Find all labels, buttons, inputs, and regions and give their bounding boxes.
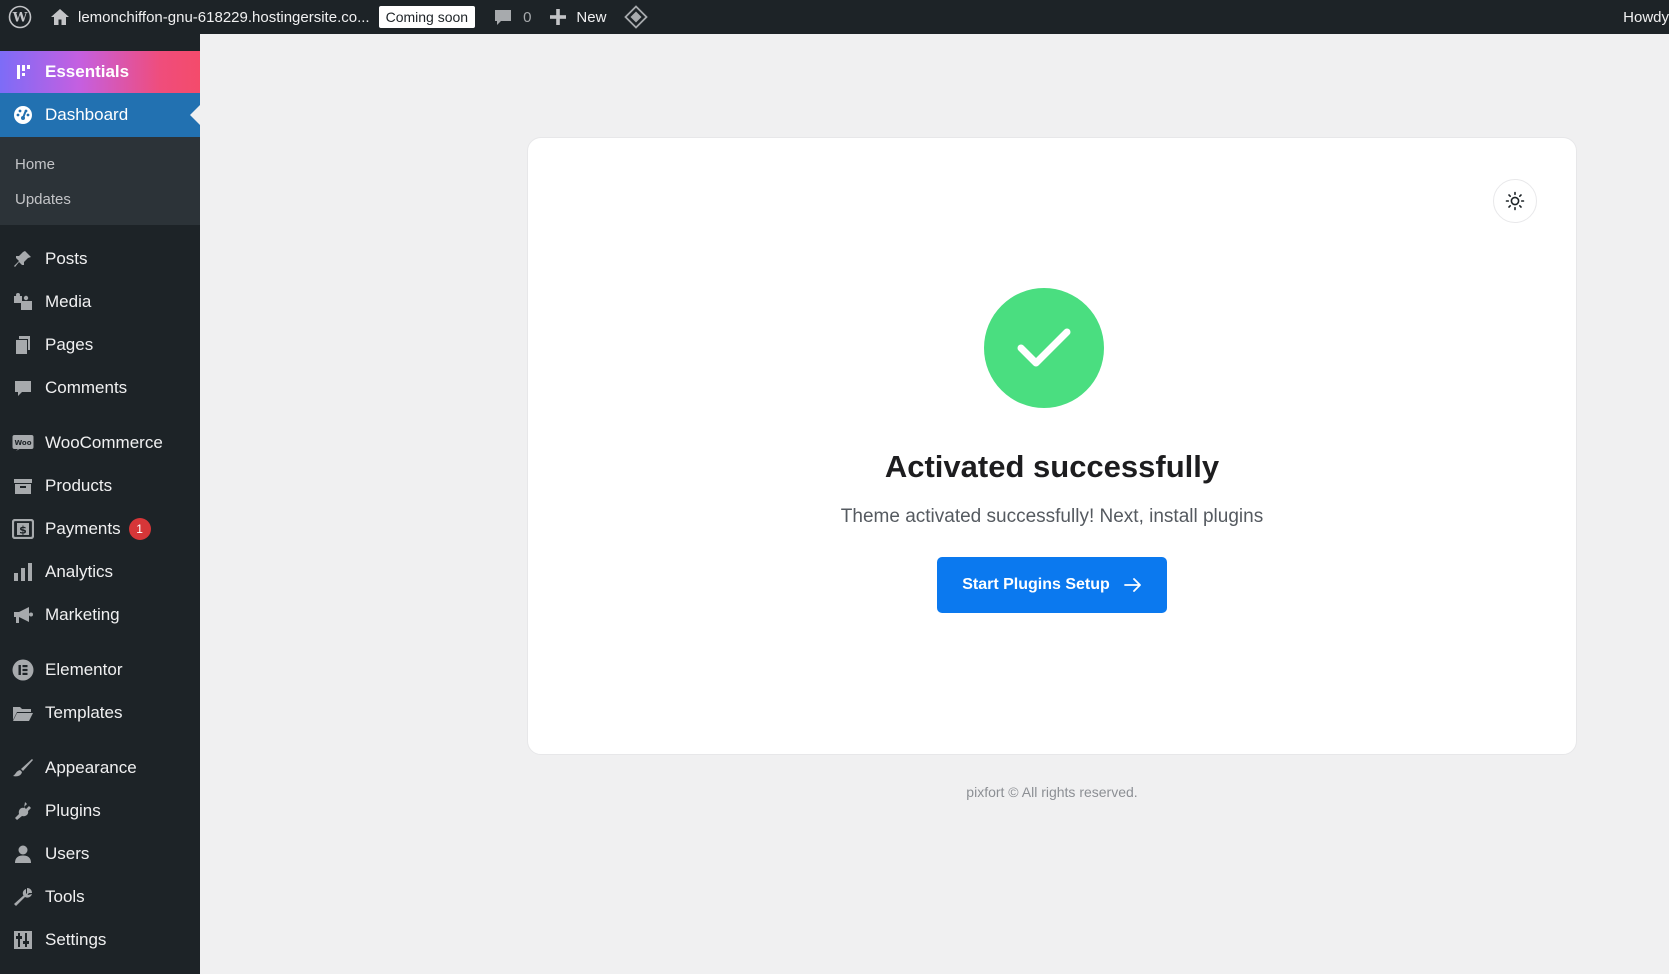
theme-toggle-button[interactable]	[1493, 179, 1537, 223]
menu-tools-label: Tools	[45, 886, 85, 906]
menu-media[interactable]: Media	[0, 280, 200, 323]
svg-text:Woo: Woo	[14, 439, 31, 447]
menu-essentials[interactable]: Essentials	[0, 51, 200, 93]
diamond-plugin-button[interactable]	[615, 0, 657, 34]
menu-tools[interactable]: Tools	[0, 875, 200, 918]
menu-users-label: Users	[45, 843, 90, 863]
menu-elementor-label: Elementor	[45, 659, 123, 679]
pin-icon	[11, 247, 35, 271]
menu-media-label: Media	[45, 291, 92, 311]
new-label: New	[576, 8, 607, 26]
wordpress-logo-button[interactable]: W	[0, 0, 44, 34]
menu-analytics[interactable]: Analytics	[0, 550, 200, 593]
dashboard-submenu: Home Updates	[0, 137, 200, 225]
menu-marketing-label: Marketing	[45, 604, 120, 624]
elementor-icon	[11, 658, 35, 682]
comments-link[interactable]: 0	[484, 0, 540, 34]
brush-icon	[11, 756, 35, 780]
site-name-link[interactable]: lemonchiffon-gnu-618229.hostingersite.co…	[44, 0, 484, 34]
menu-posts[interactable]: Posts	[0, 237, 200, 280]
wordpress-icon: W	[8, 5, 32, 29]
howdy-account-menu[interactable]: Howdy	[1614, 0, 1669, 34]
menu-dashboard[interactable]: Dashboard	[0, 93, 200, 137]
howdy-label: Howdy	[1623, 8, 1669, 26]
home-icon	[51, 9, 69, 25]
wrench-icon	[11, 885, 35, 909]
menu-plugins[interactable]: Plugins	[0, 789, 200, 832]
menu-products-label: Products	[45, 475, 113, 495]
payments-notification-badge: 1	[128, 517, 151, 540]
plus-icon	[550, 9, 567, 25]
menu-templates[interactable]: Templates	[0, 691, 200, 734]
menu-plugins-label: Plugins	[45, 800, 101, 820]
menu-settings-label: Settings	[45, 929, 107, 949]
cta-label: Start Plugins Setup	[962, 576, 1110, 593]
archive-icon	[11, 474, 35, 498]
menu-woocommerce[interactable]: Woo WooCommerce	[0, 421, 200, 464]
arrow-right-icon	[1123, 578, 1142, 592]
menu-comments[interactable]: Comments	[0, 366, 200, 409]
admin-bar: W lemonchiffon-gnu-618229.hostingersite.…	[0, 0, 1669, 34]
admin-sidebar: Essentials Dashboard Home Updates Posts	[0, 34, 200, 974]
menu-payments-label: Payments	[45, 518, 121, 538]
media-icon	[11, 290, 35, 314]
comments-count: 0	[523, 8, 532, 26]
woo-icon: Woo	[11, 431, 35, 455]
site-name: lemonchiffon-gnu-618229.hostingersite.co…	[78, 8, 370, 26]
menu-products[interactable]: Products	[0, 464, 200, 507]
success-check-icon	[984, 288, 1104, 408]
sun-icon	[1505, 191, 1525, 211]
menu-pages-label: Pages	[45, 334, 94, 354]
main-content: Activated successfully Theme activated s…	[200, 34, 1669, 974]
menu-comments-label: Comments	[45, 377, 128, 397]
menu-woocommerce-label: WooCommerce	[45, 432, 163, 452]
menu-analytics-label: Analytics	[45, 561, 114, 581]
footer-copyright: pixfort © All rights reserved.	[966, 784, 1138, 800]
success-title: Activated successfully	[884, 449, 1220, 484]
settings-icon	[11, 928, 35, 952]
menu-settings[interactable]: Settings	[0, 918, 200, 961]
menu-appearance[interactable]: Appearance	[0, 746, 200, 789]
diamond-icon	[624, 5, 649, 29]
menu-dashboard-label: Dashboard	[45, 105, 129, 124]
svg-text:$: $	[19, 523, 27, 536]
submenu-home[interactable]: Home	[0, 147, 200, 182]
menu-marketing[interactable]: Marketing	[0, 593, 200, 636]
menu-posts-label: Posts	[45, 248, 88, 268]
megaphone-icon	[11, 603, 35, 627]
menu-pages[interactable]: Pages	[0, 323, 200, 366]
plugin-icon	[11, 799, 35, 823]
activation-card: Activated successfully Theme activated s…	[527, 137, 1577, 755]
essentials-icon	[11, 60, 35, 84]
pages-icon	[11, 333, 35, 357]
menu-elementor[interactable]: Elementor	[0, 648, 200, 691]
menu-essentials-label: Essentials	[45, 62, 130, 81]
menu-templates-label: Templates	[45, 702, 123, 722]
folder-icon	[11, 701, 35, 725]
user-icon	[11, 842, 35, 866]
dashboard-gauge-icon	[11, 103, 35, 127]
menu-payments[interactable]: $ Payments 1	[0, 507, 200, 550]
submenu-updates[interactable]: Updates	[0, 182, 200, 217]
success-subtitle: Theme activated successfully! Next, inst…	[840, 506, 1264, 527]
menu-users[interactable]: Users	[0, 832, 200, 875]
coming-soon-badge[interactable]: Coming soon	[378, 6, 476, 28]
bar-chart-icon	[11, 560, 35, 584]
dollar-icon: $	[11, 517, 35, 541]
svg-text:W: W	[12, 11, 28, 26]
menu-appearance-label: Appearance	[45, 757, 137, 777]
comment-icon	[11, 376, 35, 400]
new-content-button[interactable]: New	[540, 0, 615, 34]
start-plugins-setup-button[interactable]: Start Plugins Setup	[937, 557, 1167, 613]
comment-icon	[495, 10, 512, 25]
